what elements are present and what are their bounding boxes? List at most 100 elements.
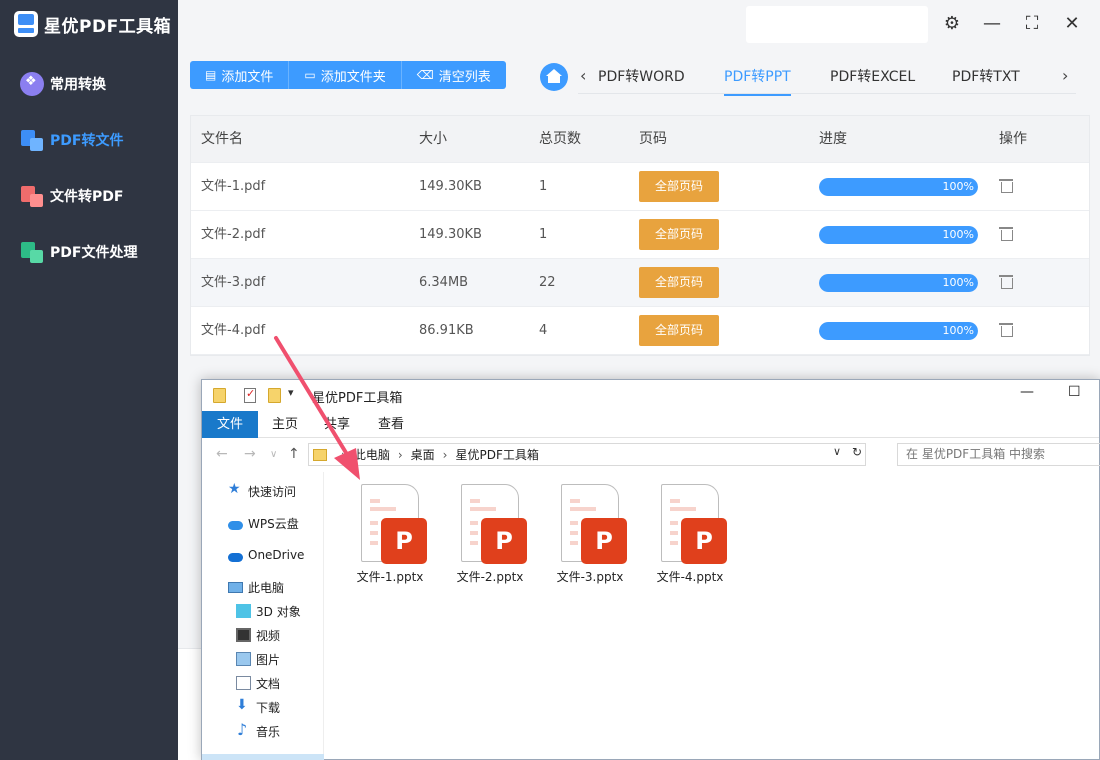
breadcrumb-separator: › xyxy=(442,447,448,462)
tab-pdf-to-txt[interactable]: PDF转TXT xyxy=(952,66,1020,86)
page-range-button[interactable]: 全部页码 xyxy=(639,219,719,250)
title-bar-blank xyxy=(746,6,928,43)
progress-text: 100% xyxy=(942,324,974,337)
maximize-icon[interactable]: ⛶ xyxy=(1020,12,1044,36)
search-input[interactable]: 在 星优PDF工具箱 中搜索 xyxy=(897,443,1100,466)
file-name: 文件-4.pptx xyxy=(656,570,724,584)
nav-downloads[interactable]: 下载 xyxy=(236,696,280,718)
delete-icon[interactable] xyxy=(999,321,1015,339)
nav-pictures[interactable]: 图片 xyxy=(236,648,280,670)
icon-line xyxy=(670,507,696,511)
header-size: 大小 xyxy=(419,131,447,147)
up-icon[interactable]: ↑ xyxy=(288,446,300,462)
pptx-file-icon: P xyxy=(461,484,527,564)
pdf-to-file-icon xyxy=(20,128,44,152)
file-item[interactable]: P 文件-1.pptx xyxy=(346,484,434,585)
file-item[interactable]: P 文件-4.pptx xyxy=(646,484,734,585)
icon-line xyxy=(670,521,678,525)
page-range-button[interactable]: 全部页码 xyxy=(639,171,719,202)
brand: 星优PDF工具箱 xyxy=(14,10,171,38)
add-folder-button[interactable]: ▭ 添加文件夹 xyxy=(289,61,402,89)
quick-access-dropdown-icon[interactable]: ▾ xyxy=(288,386,294,399)
nav-3d-objects[interactable]: 3D 对象 xyxy=(236,600,301,622)
table-row[interactable]: 文件-3.pdf 6.34MB 22 全部页码 100% xyxy=(191,259,1089,307)
nav-wps-cloud[interactable]: WPS云盘 xyxy=(228,512,299,534)
nav-label: WPS云盘 xyxy=(248,516,299,531)
sidebar-item-pdf-to-file[interactable]: PDF转文件 xyxy=(0,120,178,160)
nav-videos[interactable]: 视频 xyxy=(236,624,280,646)
pptx-file-icon: P xyxy=(661,484,727,564)
page-range-button[interactable]: 全部页码 xyxy=(639,315,719,346)
delete-icon[interactable] xyxy=(999,177,1015,195)
tab-view[interactable]: 查看 xyxy=(378,411,404,438)
icon-line xyxy=(370,531,378,535)
minimize-icon[interactable]: — xyxy=(1020,384,1034,400)
tab-file[interactable]: 文件 xyxy=(202,411,258,438)
file-item[interactable]: P 文件-2.pptx xyxy=(446,484,534,585)
delete-icon[interactable] xyxy=(999,273,1015,291)
icon-line xyxy=(570,521,578,525)
maximize-icon[interactable]: ☐ xyxy=(1068,384,1081,400)
page-range-button[interactable]: 全部页码 xyxy=(639,267,719,298)
table-row[interactable]: 文件-1.pdf 149.30KB 1 全部页码 100% xyxy=(191,163,1089,211)
breadcrumb-folder[interactable]: 星优PDF工具箱 xyxy=(455,446,538,463)
forward-icon[interactable]: → xyxy=(244,446,256,462)
tab-pdf-to-word[interactable]: PDF转WORD xyxy=(598,66,685,86)
refresh-icon[interactable]: ↻ xyxy=(852,445,862,459)
explorer-title-bar: ▾ 星优PDF工具箱 — ☐ xyxy=(202,380,1099,411)
nav-selection-highlight xyxy=(202,754,324,760)
icon-line xyxy=(470,499,480,503)
new-folder-icon[interactable] xyxy=(268,388,281,403)
video-icon xyxy=(236,628,251,642)
table-row[interactable]: 文件-4.pdf 86.91KB 4 全部页码 100% xyxy=(191,307,1089,355)
document-icon: ▤ xyxy=(205,68,217,82)
progress-text: 100% xyxy=(942,228,974,241)
chevron-down-icon[interactable]: ∨ xyxy=(833,445,841,458)
document-icon xyxy=(236,676,251,690)
toolbar: ▤ 添加文件 ▭ 添加文件夹 ⌫ 清空列表 xyxy=(190,61,506,89)
close-icon[interactable]: ✕ xyxy=(1060,12,1084,36)
header-range: 页码 xyxy=(639,131,667,147)
file-size: 86.91KB xyxy=(419,323,474,338)
tab-pdf-to-ppt[interactable]: PDF转PPT xyxy=(724,66,791,96)
settings-icon[interactable]: ⚙ xyxy=(940,12,964,36)
clear-list-button[interactable]: ⌫ 清空列表 xyxy=(402,61,506,89)
conversion-tabs: ‹ PDF转WORD PDF转PPT PDF转EXCEL PDF转TXT › xyxy=(578,58,1076,96)
breadcrumb-desktop[interactable]: 桌面 xyxy=(411,446,435,463)
nav-onedrive[interactable]: OneDrive xyxy=(228,544,304,566)
ppt-badge: P xyxy=(681,518,727,564)
chevron-right-icon[interactable]: › xyxy=(1062,66,1068,85)
sidebar-item-pdf-process[interactable]: PDF文件处理 xyxy=(0,232,178,272)
add-file-button[interactable]: ▤ 添加文件 xyxy=(190,61,290,89)
tab-home[interactable]: 主页 xyxy=(272,411,298,438)
nav-quick-access[interactable]: 快速访问 xyxy=(228,480,296,502)
pptx-file-icon: P xyxy=(561,484,627,564)
icon-line xyxy=(670,499,680,503)
nav-music[interactable]: 音乐 xyxy=(236,720,280,742)
icon-line xyxy=(370,499,380,503)
chevron-left-icon[interactable]: ‹ xyxy=(580,66,586,85)
music-icon xyxy=(236,720,251,739)
icon-line xyxy=(470,541,478,545)
delete-icon[interactable] xyxy=(999,225,1015,243)
file-item[interactable]: P 文件-3.pptx xyxy=(546,484,634,585)
back-icon[interactable]: ← xyxy=(216,446,228,462)
home-button[interactable] xyxy=(540,63,568,91)
file-name: 文件-2.pdf xyxy=(201,227,266,242)
progress-bar: 100% xyxy=(819,226,978,244)
nav-documents[interactable]: 文档 xyxy=(236,672,280,694)
recent-dropdown-icon[interactable]: ∨ xyxy=(270,449,277,460)
sidebar-item-file-to-pdf[interactable]: 文件转PDF xyxy=(0,176,178,216)
table-row[interactable]: 文件-2.pdf 149.30KB 1 全部页码 100% xyxy=(191,211,1089,259)
properties-icon[interactable] xyxy=(244,387,256,403)
tab-share[interactable]: 共享 xyxy=(324,411,350,438)
tab-pdf-to-excel[interactable]: PDF转EXCEL xyxy=(830,66,915,86)
clear-list-label: 清空列表 xyxy=(438,69,491,85)
address-bar[interactable]: › 此电脑 › 桌面 › 星优PDF工具箱 ∨ ↻ xyxy=(308,443,866,466)
minimize-icon[interactable]: — xyxy=(980,12,1004,36)
page-count: 1 xyxy=(539,179,548,194)
nav-this-pc[interactable]: 此电脑 xyxy=(228,576,284,598)
sidebar-item-common[interactable]: 常用转换 xyxy=(0,64,178,104)
breadcrumb-pc[interactable]: 此电脑 xyxy=(354,446,390,463)
folder-icon xyxy=(213,388,226,403)
